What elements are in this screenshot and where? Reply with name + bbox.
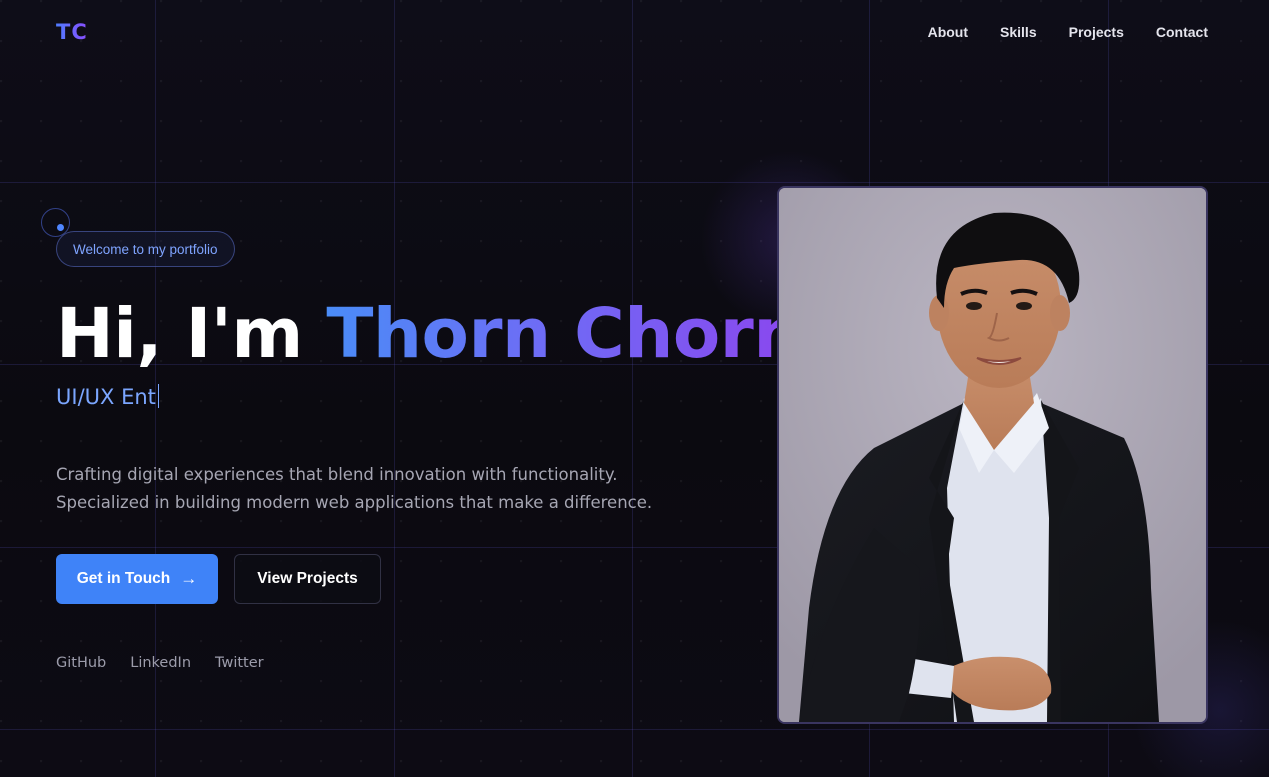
portrait-illustration [779, 188, 1206, 722]
social-links: GitHub LinkedIn Twitter [56, 655, 264, 671]
hero-description-line: Specialized in building modern web appli… [56, 493, 653, 512]
social-link-github[interactable]: GitHub [56, 655, 106, 671]
hero-description: Crafting digital experiences that blend … [56, 461, 696, 517]
nav-link-projects[interactable]: Projects [1069, 24, 1124, 40]
hero-greeting: Hi, I'm [56, 294, 327, 374]
nav-link-about[interactable]: About [928, 24, 968, 40]
grid-line [632, 0, 633, 777]
welcome-badge-label: Welcome to my portfolio [73, 241, 218, 257]
get-in-touch-label: Get in Touch [76, 570, 171, 587]
hero-description-line: Crafting digital experiences that blend … [56, 465, 618, 484]
grid-line [0, 729, 1269, 730]
view-projects-button[interactable]: View Projects [234, 554, 381, 604]
arrow-right-icon: → [180, 569, 198, 588]
logo[interactable]: TC [56, 20, 88, 44]
nav-link-contact[interactable]: Contact [1156, 24, 1208, 40]
typing-cursor [157, 384, 159, 408]
grid-line [394, 0, 395, 777]
get-in-touch-button[interactable]: Get in Touch → [56, 554, 218, 604]
profile-photo [777, 186, 1208, 724]
welcome-badge: Welcome to my portfolio [56, 231, 235, 267]
grid-line [0, 182, 1269, 183]
badge-dot-icon [57, 224, 64, 231]
hero-headline: Hi, I'm Thorn Chorn [56, 290, 802, 378]
social-link-twitter[interactable]: Twitter [215, 655, 264, 671]
hero-name: Thorn Chorn [326, 294, 802, 374]
hero-role-text: UI/UX Ent [56, 385, 156, 409]
hero-role-typewriter: UI/UX Ent [56, 384, 159, 409]
portfolio-page: TC About Skills Projects Contact Welcome… [0, 0, 1269, 777]
social-link-linkedin[interactable]: LinkedIn [130, 655, 191, 671]
main-nav: About Skills Projects Contact [928, 24, 1208, 40]
view-projects-label: View Projects [257, 570, 358, 587]
nav-link-skills[interactable]: Skills [1000, 24, 1037, 40]
